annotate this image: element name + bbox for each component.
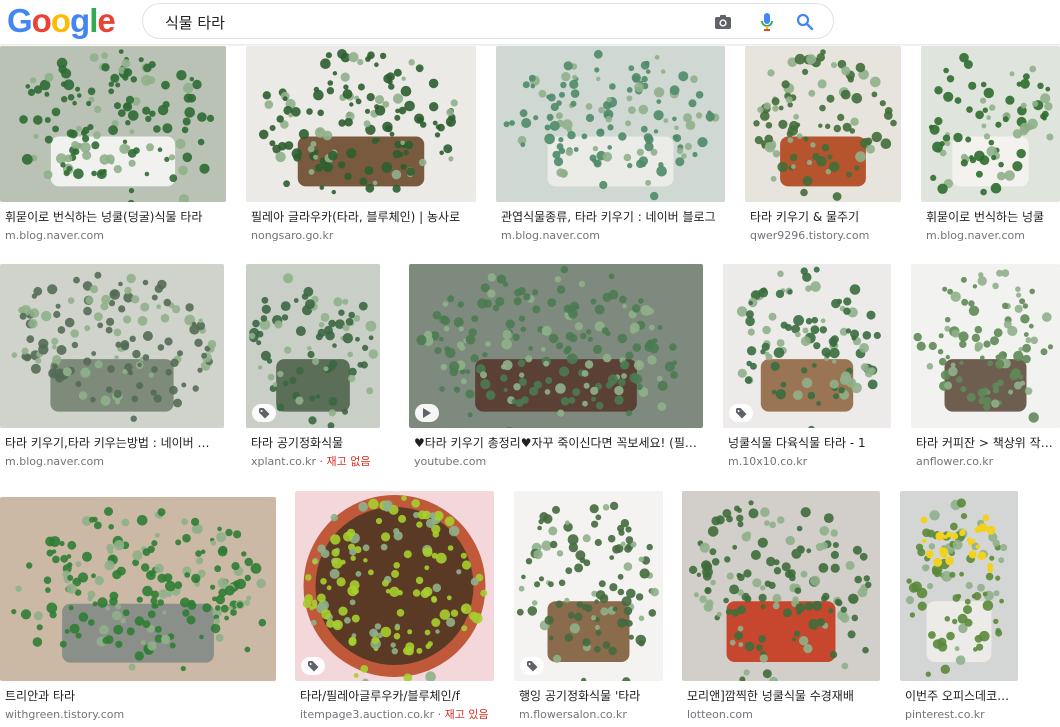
result-title[interactable]: 필레아 글라우카(타라, 블루체인) | 농사로 <box>251 210 471 225</box>
header: Google 식물 타라 <box>0 0 1060 44</box>
source-domain: withgreen.tistory.com <box>5 708 125 721</box>
logo-letter: e <box>97 2 115 39</box>
source-domain: m.blog.naver.com <box>5 455 104 468</box>
source-domain: m.10x10.co.kr <box>728 455 808 468</box>
result-thumbnail[interactable] <box>911 264 1060 428</box>
result-thumbnail[interactable] <box>921 46 1060 202</box>
source-domain: m.flowersalon.co.kr <box>519 708 627 721</box>
logo-letter: G <box>7 2 33 39</box>
source-domain: xplant.co.kr <box>251 455 317 468</box>
result-source: m.blog.naver.com <box>501 229 600 243</box>
plant-thumbnail-graphic <box>496 46 725 202</box>
result-title[interactable]: 타라 커피잔 > 책상위 작은식물 <box>916 436 1055 451</box>
source-domain: pinterest.co.kr <box>905 708 985 721</box>
result-title[interactable]: 행잉 공기정화식물 '타라 <box>519 689 658 704</box>
search-box[interactable]: 식물 타라 <box>142 3 834 39</box>
result-thumbnail[interactable] <box>0 497 276 681</box>
plant-thumbnail-graphic <box>0 497 276 681</box>
logo-letter: o <box>31 2 52 39</box>
source-domain: qwer9296.tistory.com <box>750 229 870 242</box>
result-source: qwer9296.tistory.com <box>750 229 869 243</box>
result-thumbnail[interactable] <box>900 491 1018 681</box>
tag-icon <box>301 657 325 675</box>
source-domain: nongsaro.go.kr <box>251 229 334 242</box>
result-title[interactable]: 타라 키우기 & 물주기 <box>750 210 896 225</box>
result-source: pinterest.co.kr <box>905 708 985 722</box>
result-title[interactable]: 타라 공기정화식물 <box>251 436 375 451</box>
source-domain: anflower.co.kr <box>916 455 994 468</box>
result-source: xplant.co.kr · 재고 없음 <box>251 455 371 469</box>
source-domain: m.blog.naver.com <box>926 229 1025 242</box>
result-thumbnail[interactable] <box>514 491 663 681</box>
result-title[interactable]: 휘묻이로 번식하는 넝쿨(덩굴)식물 타라 <box>5 210 221 225</box>
plant-thumbnail-graphic <box>295 491 494 681</box>
result-thumbnail[interactable] <box>409 264 703 428</box>
plant-thumbnail-graphic <box>745 46 901 202</box>
result-thumbnail[interactable] <box>295 491 494 681</box>
result-thumbnail[interactable] <box>0 264 224 428</box>
plant-thumbnail-graphic <box>900 491 1018 681</box>
plant-thumbnail-graphic <box>0 46 226 202</box>
result-title[interactable]: 트리안과 타라 <box>5 689 271 704</box>
result-title[interactable]: 관엽식물종류, 타라 키우기 : 네이버 블로그 <box>501 210 720 225</box>
microphone-icon[interactable] <box>757 12 777 32</box>
result-source: lotteon.com <box>687 708 753 722</box>
logo-letter: o <box>50 2 71 39</box>
plant-thumbnail-graphic <box>409 264 703 428</box>
tag-icon <box>252 404 276 422</box>
search-input[interactable]: 식물 타라 <box>165 12 225 33</box>
source-domain: lotteon.com <box>687 708 753 721</box>
result-source: nongsaro.go.kr <box>251 229 333 243</box>
result-source: m.blog.naver.com <box>5 455 104 469</box>
result-source: itempage3.auction.co.kr · 재고 있음 <box>300 708 489 722</box>
result-source: m.10x10.co.kr <box>728 455 807 469</box>
result-thumbnail[interactable] <box>745 46 901 202</box>
plant-thumbnail-graphic <box>682 491 880 681</box>
plant-thumbnail-graphic <box>514 491 663 681</box>
result-source: withgreen.tistory.com <box>5 708 124 722</box>
plant-thumbnail-graphic <box>723 264 891 428</box>
search-icon[interactable] <box>795 12 815 32</box>
result-source: m.flowersalon.co.kr <box>519 708 627 722</box>
result-thumbnail[interactable] <box>246 46 476 202</box>
result-thumbnail[interactable] <box>246 264 380 428</box>
plant-thumbnail-graphic <box>921 46 1060 202</box>
logo-letter: g <box>70 2 90 39</box>
source-domain: m.blog.naver.com <box>5 229 104 242</box>
source-domain: m.blog.naver.com <box>501 229 600 242</box>
result-thumbnail[interactable] <box>682 491 880 681</box>
result-source: m.blog.naver.com <box>5 229 104 243</box>
result-title[interactable]: 타라/필레아글루우카/블루체인/f <box>300 689 489 704</box>
result-thumbnail[interactable] <box>723 264 891 428</box>
result-title[interactable]: 휘묻이로 번식하는 넝쿨 <box>926 210 1055 225</box>
plant-thumbnail-graphic <box>246 46 476 202</box>
result-title[interactable]: 모리앤]깜찍한 넝쿨식물 수경재배 <box>687 689 875 704</box>
plant-thumbnail-graphic <box>0 264 224 428</box>
source-domain: itempage3.auction.co.kr <box>300 708 435 721</box>
tag-icon <box>729 404 753 422</box>
tag-icon <box>520 657 544 675</box>
result-title[interactable]: 넝쿨식물 다육식물 타라 - 1 <box>728 436 886 451</box>
camera-icon[interactable] <box>713 12 733 32</box>
stock-status: · 재고 없음 <box>316 455 371 468</box>
stock-status: · 재고 있음 <box>434 708 489 721</box>
result-title[interactable]: 이번주 오피스데코는 식물 <box>905 689 1013 704</box>
source-domain: youtube.com <box>414 455 487 468</box>
result-source: youtube.com <box>414 455 486 469</box>
header-shadow <box>0 44 1060 47</box>
plant-thumbnail-graphic <box>911 264 1060 428</box>
result-title[interactable]: ♥타라 키우기 총정리♥자꾸 죽이신다면 꼭보세요! (필레아 글라우카 <box>414 436 698 451</box>
play-icon <box>415 404 439 422</box>
google-logo[interactable]: Google <box>7 2 116 40</box>
result-source: m.blog.naver.com <box>926 229 1025 243</box>
result-thumbnail[interactable]: 사랑과식물 <box>0 46 226 202</box>
result-thumbnail[interactable] <box>496 46 725 202</box>
result-source: anflower.co.kr <box>916 455 993 469</box>
result-title[interactable]: 타라 키우기,타라 키우는방법 : 네이버 블로그 <box>5 436 219 451</box>
